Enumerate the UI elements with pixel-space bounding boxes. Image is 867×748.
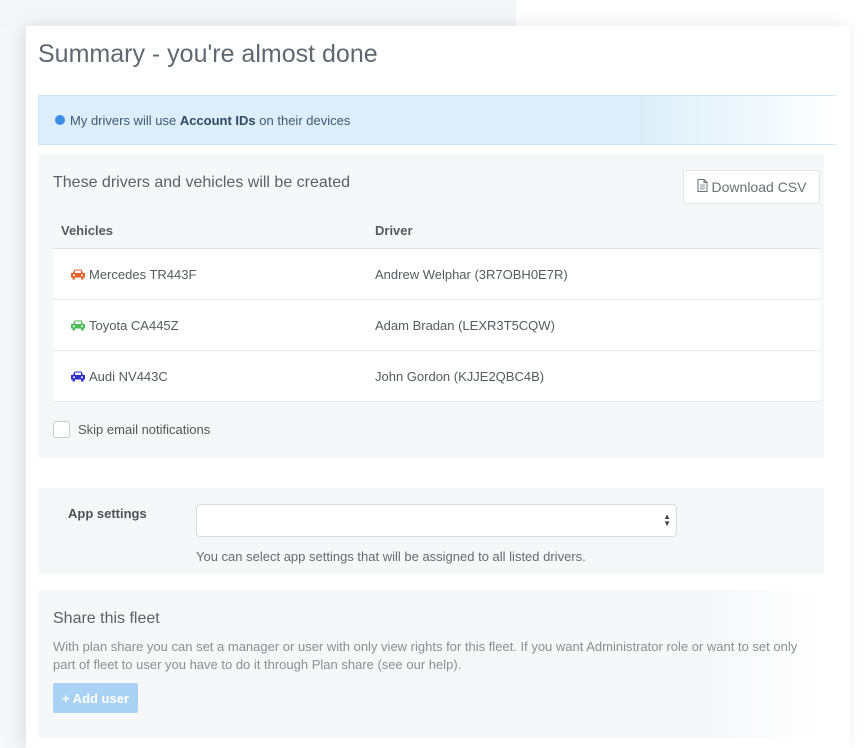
column-header-vehicles: Vehicles	[61, 222, 114, 238]
alert-text-after: on their devices	[259, 112, 351, 128]
summary-card: Summary - you're almost done My drivers …	[26, 26, 850, 748]
drivers-panel: These drivers and vehicles will be creat…	[38, 154, 824, 458]
share-description: With plan share you can set a manager or…	[53, 639, 798, 672]
vehicle-cell: Mercedes TR443F	[53, 267, 375, 282]
table-row: Mercedes TR443F Andrew Welphar (3R7OBH0E…	[53, 249, 820, 300]
skip-email-checkbox[interactable]	[53, 421, 70, 438]
alert-text-bold: Account IDs	[179, 112, 256, 128]
driver-name: Adam Bradan (LEXR3T5CQW)	[375, 317, 555, 333]
download-csv-button[interactable]: Download CSV	[683, 170, 820, 204]
drivers-heading: These drivers and vehicles will be creat…	[53, 174, 351, 191]
app-settings-help: You can select app settings that will be…	[196, 549, 586, 564]
share-heading: Share this fleet	[53, 610, 160, 627]
vehicle-name: Toyota CA445Z	[89, 317, 179, 333]
page-title: Summary - you're almost done	[38, 40, 378, 68]
select-arrows-icon: ▲ ▼	[663, 512, 671, 528]
vehicle-name: Audi NV443C	[89, 368, 168, 384]
background-top	[0, 0, 516, 26]
app-settings-label: App settings	[68, 506, 147, 521]
table-row: Audi NV443C John Gordon (KJJE2QBC4B)	[53, 351, 820, 402]
info-dot-icon	[55, 115, 65, 125]
alert-text-before: My drivers will use	[70, 112, 177, 128]
skip-email-option[interactable]: Skip email notifications	[53, 421, 210, 438]
table-row: Toyota CA445Z Adam Bradan (LEXR3T5CQW)	[53, 300, 820, 351]
document-icon	[697, 179, 708, 195]
background-left	[0, 0, 26, 748]
app-settings-panel: App settings ▲ ▼ You can select app setti…	[38, 488, 824, 574]
info-alert: My drivers will use Account IDs on their…	[38, 95, 836, 145]
app-settings-select[interactable]: ▲ ▼	[196, 504, 677, 537]
drivers-table: Vehicles Driver Mercedes TR443F Andrew W…	[53, 212, 820, 402]
driver-name: Andrew Welphar (3R7OBH0E7R)	[375, 266, 568, 282]
driver-name: John Gordon (KJJE2QBC4B)	[375, 368, 545, 384]
vehicle-cell: Toyota CA445Z	[53, 318, 375, 333]
table-header: Vehicles Driver	[53, 212, 820, 249]
car-icon	[71, 320, 85, 331]
vehicle-cell: Audi NV443C	[53, 369, 375, 384]
car-icon	[71, 371, 85, 382]
skip-email-label[interactable]: Skip email notifications	[78, 422, 210, 437]
column-header-driver: Driver	[375, 222, 413, 238]
share-fleet-panel: Share this fleet With plan share you can…	[38, 590, 824, 738]
vehicle-name: Mercedes TR443F	[89, 266, 197, 282]
add-user-button[interactable]: + Add user	[53, 683, 138, 713]
car-icon	[71, 269, 85, 280]
download-csv-label: Download CSV	[711, 179, 807, 195]
